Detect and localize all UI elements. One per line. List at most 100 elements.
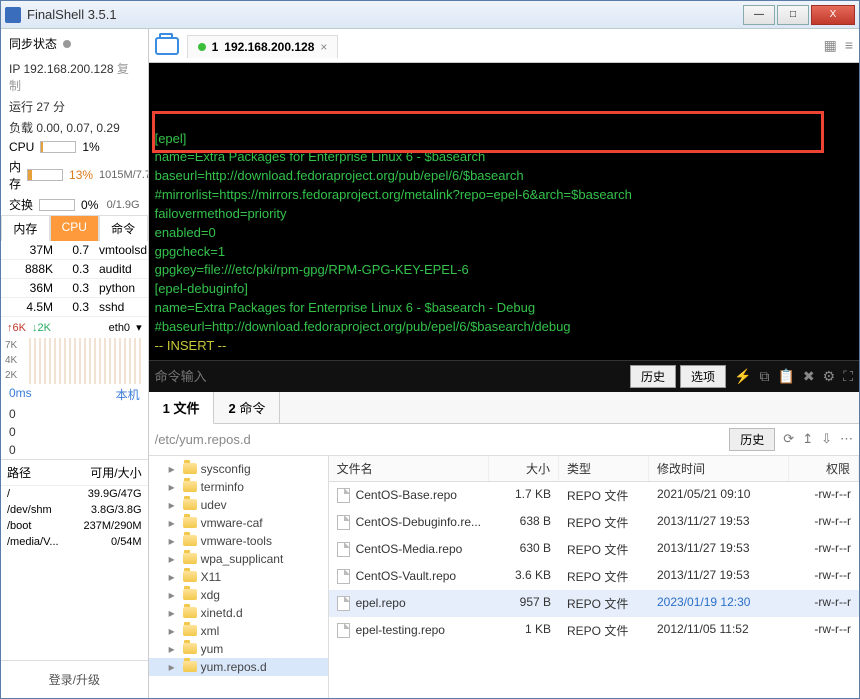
tree-item[interactable]: ▸X11 bbox=[149, 568, 328, 586]
process-row[interactable]: 37M0.7vmtoolsd bbox=[1, 241, 148, 260]
col-size[interactable]: 大小 bbox=[489, 456, 559, 481]
file-row[interactable]: CentOS-Base.repo1.7 KBREPO 文件2021/05/21 … bbox=[329, 482, 859, 509]
session-ip: 192.168.200.128 bbox=[224, 40, 314, 54]
col-perm[interactable]: 权限 bbox=[789, 456, 859, 481]
gear-icon[interactable]: ⚙ bbox=[823, 368, 836, 385]
file-row[interactable]: CentOS-Debuginfo.re...638 BREPO 文件2013/1… bbox=[329, 509, 859, 536]
ping-row1: 0 bbox=[1, 423, 148, 441]
folder-tree[interactable]: ▸sysconfig▸terminfo▸udev▸vmware-caf▸vmwa… bbox=[149, 456, 329, 698]
tree-twisty-icon[interactable]: ▸ bbox=[169, 534, 179, 548]
tree-twisty-icon[interactable]: ▸ bbox=[169, 588, 179, 602]
sync-status-icon bbox=[63, 40, 71, 48]
fm-tab-cmd[interactable]: 2 命令 bbox=[214, 392, 280, 423]
file-icon bbox=[337, 488, 350, 503]
more-icon[interactable]: ⋯ bbox=[840, 431, 853, 447]
tree-twisty-icon[interactable]: ▸ bbox=[169, 642, 179, 656]
load-label: 负载 bbox=[9, 121, 33, 135]
paste-icon[interactable]: 📋 bbox=[777, 368, 794, 385]
history-button[interactable]: 历史 bbox=[630, 365, 676, 388]
session-close-icon[interactable]: × bbox=[320, 40, 327, 54]
mem-label: 内存 bbox=[9, 158, 21, 192]
tree-item[interactable]: ▸sysconfig bbox=[149, 460, 328, 478]
disk-table: /39.9G/47G/dev/shm3.8G/3.8G/boot237M/290… bbox=[1, 486, 148, 550]
tree-item[interactable]: ▸yum bbox=[149, 640, 328, 658]
login-link[interactable]: 登录/升级 bbox=[1, 660, 148, 698]
tree-twisty-icon[interactable]: ▸ bbox=[169, 570, 179, 584]
insert-mode-label: -- INSERT -- bbox=[155, 337, 853, 356]
tree-item[interactable]: ▸udev bbox=[149, 496, 328, 514]
tree-twisty-icon[interactable]: ▸ bbox=[169, 606, 179, 620]
highlight-box bbox=[152, 111, 824, 153]
terminal-line: enabled=0 bbox=[155, 224, 853, 243]
clear-icon[interactable]: ✖ bbox=[803, 368, 815, 385]
mem-pct: 13% bbox=[69, 168, 93, 182]
tree-item[interactable]: ▸xdg bbox=[149, 586, 328, 604]
maximize-button[interactable]: □ bbox=[777, 5, 809, 25]
tree-twisty-icon[interactable]: ▸ bbox=[169, 552, 179, 566]
fullscreen-icon[interactable]: ⛶ bbox=[843, 368, 853, 385]
col-name[interactable]: 文件名 bbox=[329, 456, 489, 481]
tree-twisty-icon[interactable]: ▸ bbox=[169, 462, 179, 476]
tree-item[interactable]: ▸terminfo bbox=[149, 478, 328, 496]
chevron-down-icon[interactable]: ▾ bbox=[136, 321, 142, 334]
refresh-icon[interactable]: ⟳ bbox=[783, 431, 794, 447]
tree-item[interactable]: ▸xinetd.d bbox=[149, 604, 328, 622]
file-row[interactable]: CentOS-Media.repo630 BREPO 文件2013/11/27 … bbox=[329, 536, 859, 563]
command-bar: 历史 选项 ⚡ ⧉ 📋 ✖ ⚙ ⛶ bbox=[149, 360, 859, 392]
file-row[interactable]: epel.repo957 BREPO 文件2023/01/19 12:30-rw… bbox=[329, 590, 859, 617]
tree-twisty-icon[interactable]: ▸ bbox=[169, 480, 179, 494]
swap-pct: 0% bbox=[81, 198, 98, 212]
fm-history-button[interactable]: 历史 bbox=[729, 428, 775, 451]
tree-item[interactable]: ▸vmware-tools bbox=[149, 532, 328, 550]
tree-twisty-icon[interactable]: ▸ bbox=[169, 624, 179, 638]
sidebar: 同步状态 IP 192.168.200.128 复制 运行 27 分 负载 0.… bbox=[1, 29, 149, 698]
list-view-icon[interactable]: ≡ bbox=[845, 37, 853, 54]
process-row[interactable]: 4.5M0.3sshd bbox=[1, 298, 148, 317]
tab-cpu[interactable]: CPU bbox=[50, 215, 99, 241]
folder-icon bbox=[183, 625, 197, 636]
bolt-icon[interactable]: ⚡ bbox=[734, 368, 751, 385]
ping-host[interactable]: 本机 bbox=[116, 386, 140, 403]
copy-icon[interactable]: ⧉ bbox=[759, 368, 769, 385]
run-label: 运行 bbox=[9, 100, 33, 114]
process-row[interactable]: 888K0.3auditd bbox=[1, 260, 148, 279]
folder-icon bbox=[183, 589, 197, 600]
cpu-pct: 1% bbox=[82, 140, 99, 154]
run-value: 27 分 bbox=[36, 100, 65, 114]
tree-item[interactable]: ▸wpa_supplicant bbox=[149, 550, 328, 568]
file-row[interactable]: CentOS-Vault.repo3.6 KBREPO 文件2013/11/27… bbox=[329, 563, 859, 590]
tree-twisty-icon[interactable]: ▸ bbox=[169, 516, 179, 530]
tree-twisty-icon[interactable]: ▸ bbox=[169, 660, 179, 674]
titlebar[interactable]: FinalShell 3.5.1 — □ X bbox=[1, 1, 859, 29]
download-icon[interactable]: ⇩ bbox=[821, 431, 832, 447]
terminal[interactable]: [epel]name=Extra Packages for Enterprise… bbox=[149, 63, 859, 360]
disk-row[interactable]: /boot237M/290M bbox=[1, 518, 148, 534]
folder-icon bbox=[183, 607, 197, 618]
command-input[interactable] bbox=[155, 369, 626, 384]
options-button[interactable]: 选项 bbox=[680, 365, 726, 388]
disk-row[interactable]: /media/V...0/54M bbox=[1, 534, 148, 550]
tree-item[interactable]: ▸xml bbox=[149, 622, 328, 640]
upload-icon[interactable]: ↥ bbox=[802, 431, 813, 447]
col-date[interactable]: 修改时间 bbox=[649, 456, 789, 481]
file-row[interactable]: epel-testing.repo1 KBREPO 文件2012/11/05 1… bbox=[329, 617, 859, 644]
grid-view-icon[interactable]: ▦ bbox=[824, 37, 837, 54]
tree-item[interactable]: ▸yum.repos.d bbox=[149, 658, 328, 676]
disk-row[interactable]: /39.9G/47G bbox=[1, 486, 148, 502]
col-type[interactable]: 类型 bbox=[559, 456, 649, 481]
close-button[interactable]: X bbox=[811, 5, 855, 25]
fm-tab-files[interactable]: 1 文件 bbox=[149, 392, 215, 424]
tab-cmd[interactable]: 命令 bbox=[99, 215, 148, 241]
folder-icon bbox=[183, 517, 197, 528]
path-input[interactable] bbox=[155, 432, 726, 447]
tree-twisty-icon[interactable]: ▸ bbox=[169, 498, 179, 512]
minimize-button[interactable]: — bbox=[743, 5, 775, 25]
open-folder-icon[interactable] bbox=[155, 37, 179, 55]
tab-mem[interactable]: 内存 bbox=[1, 215, 50, 241]
swap-usage: 0/1.9G bbox=[107, 199, 140, 211]
disk-row[interactable]: /dev/shm3.8G/3.8G bbox=[1, 502, 148, 518]
session-tab[interactable]: 1 192.168.200.128 × bbox=[187, 35, 339, 58]
process-row[interactable]: 36M0.3python bbox=[1, 279, 148, 298]
terminal-line: #baseurl=http://download.fedoraproject.o… bbox=[155, 318, 853, 337]
tree-item[interactable]: ▸vmware-caf bbox=[149, 514, 328, 532]
